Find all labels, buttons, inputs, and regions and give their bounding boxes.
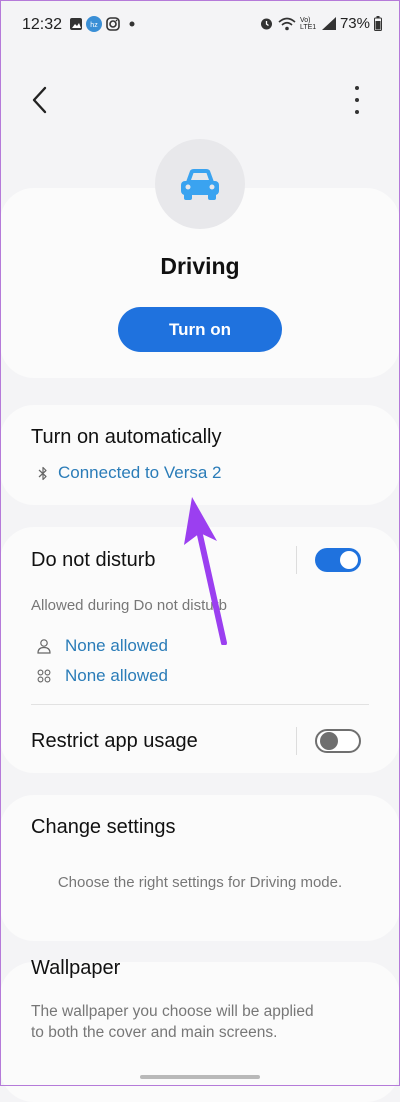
change-settings-description: Choose the right settings for Driving mo…	[57, 874, 343, 891]
battery-icon	[374, 16, 382, 31]
more-options-button[interactable]	[350, 86, 364, 114]
alarm-icon	[260, 18, 272, 30]
turn-on-automatically-title: Turn on automatically	[31, 426, 222, 448]
dnd-divider	[296, 546, 297, 574]
restrict-divider	[296, 727, 297, 755]
car-icon	[181, 169, 219, 200]
change-settings-title: Change settings	[31, 816, 176, 838]
connected-device-label: Connected to Versa 2	[58, 463, 222, 482]
status-right-group: Vo) LTE1 73%	[259, 15, 382, 32]
turn-on-button[interactable]: Turn on	[118, 307, 282, 352]
dnd-separator	[31, 704, 369, 705]
gallery-notification-icon	[70, 18, 82, 30]
mode-icon-avatar	[155, 139, 245, 229]
app-notification-icon: hz	[86, 16, 102, 32]
dnd-people-label: None allowed	[65, 636, 169, 655]
person-icon	[37, 639, 51, 654]
dnd-people-row[interactable]: None allowed	[37, 636, 168, 656]
network-label: Vo) LTE1	[299, 16, 317, 31]
turn-on-automatically-card[interactable]	[0, 405, 400, 505]
bluetooth-icon	[38, 466, 47, 480]
dnd-apps-label: None allowed	[65, 666, 169, 685]
wallpaper-title: Wallpaper	[31, 957, 121, 979]
dnd-apps-row[interactable]: None allowed	[37, 666, 168, 686]
apps-grid-icon	[37, 669, 51, 683]
status-bar: 12:32 hz Vo) LTE1 73%	[0, 0, 400, 50]
back-button[interactable]	[28, 85, 52, 115]
more-notifications-dot-icon	[129, 21, 135, 27]
mode-title: Driving	[160, 253, 240, 279]
wallpaper-description-line1: The wallpaper you choose will be applied	[31, 1003, 314, 1020]
wifi-icon	[278, 17, 296, 30]
signal-icon	[321, 17, 336, 30]
restrict-app-usage-title[interactable]: Restrict app usage	[31, 730, 198, 753]
dnd-title[interactable]: Do not disturb	[31, 549, 156, 572]
dnd-toggle[interactable]	[315, 548, 361, 572]
more-vertical-icon	[355, 86, 359, 90]
home-indicator	[140, 1075, 260, 1079]
connected-device-row[interactable]: Connected to Versa 2	[38, 463, 222, 483]
restrict-app-usage-toggle[interactable]	[315, 729, 361, 753]
status-time: 12:32	[22, 16, 63, 33]
wallpaper-description-line2: to both the cover and main screens.	[31, 1024, 278, 1041]
svg-text:hz: hz	[90, 22, 98, 29]
battery-percent: 73%	[339, 15, 370, 32]
annotation-arrow	[184, 497, 227, 645]
instagram-icon	[106, 17, 120, 31]
